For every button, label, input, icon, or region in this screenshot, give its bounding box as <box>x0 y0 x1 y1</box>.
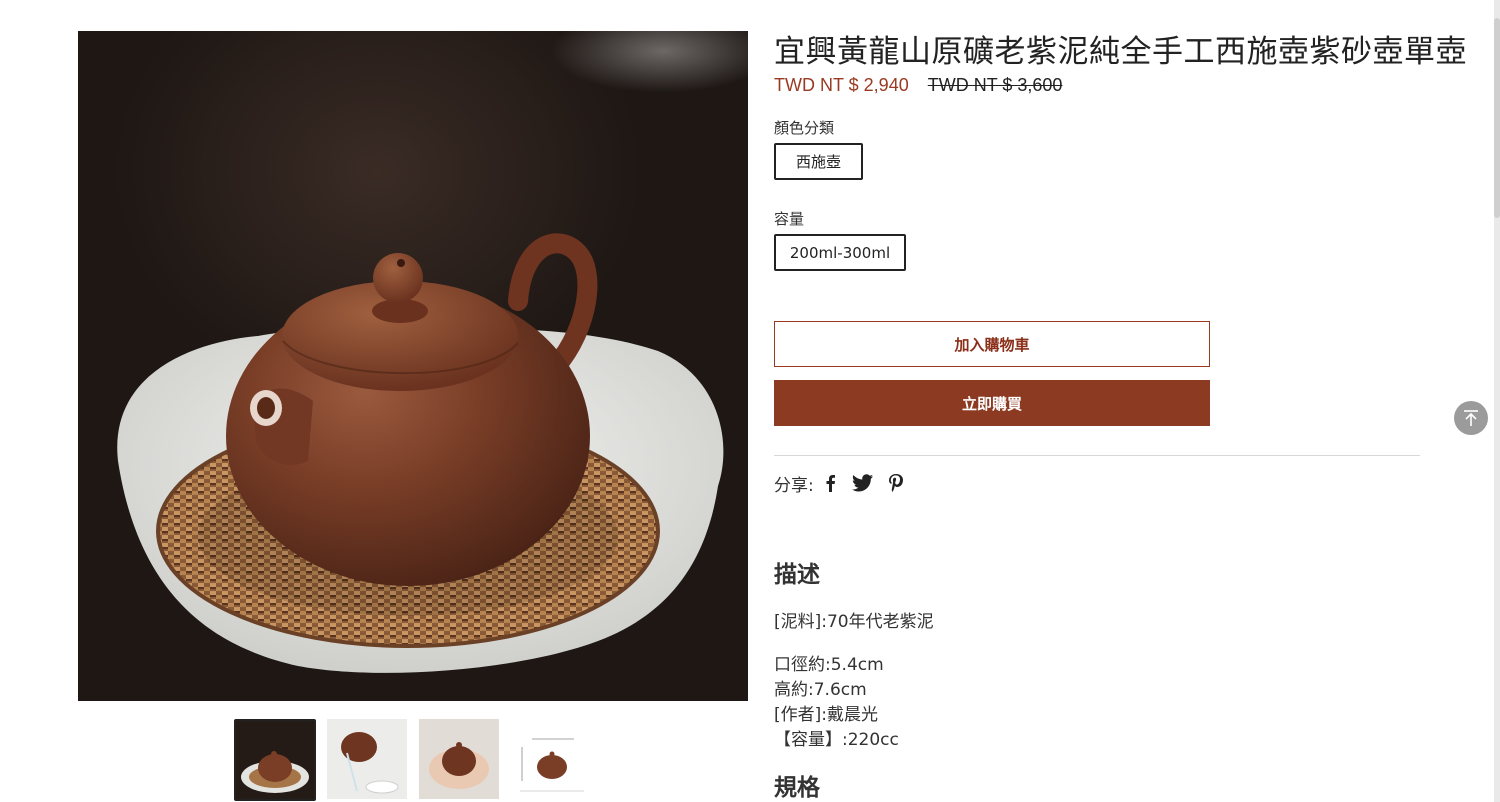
thumbnail-teapot-on-tray[interactable] <box>234 719 316 801</box>
divider <box>774 455 1420 456</box>
teapot-in-hands-icon <box>419 719 499 799</box>
back-to-top-button[interactable] <box>1454 401 1488 435</box>
current-price: TWD NT $ 2,940 <box>774 75 909 95</box>
original-price: TWD NT $ 3,600 <box>927 75 1063 95</box>
teapot-pouring-icon <box>327 719 407 799</box>
description-material: [泥料]:70年代老紫泥 <box>774 612 934 632</box>
share-label: 分享: <box>774 475 814 496</box>
description-line: 高約:7.6cm <box>774 680 867 700</box>
color-option-button[interactable]: 西施壺 <box>774 143 863 180</box>
price-row: TWD NT $ 2,940 TWD NT $ 3,600 <box>774 75 1062 96</box>
share-row: 分享: <box>774 470 919 496</box>
color-option-label: 顏色分類 <box>774 119 835 137</box>
thumbnail-teapot-dimension-diagram[interactable] <box>512 719 592 799</box>
teapot-on-tray-icon <box>236 721 314 799</box>
pinterest-icon[interactable] <box>888 474 903 492</box>
specs-heading: 規格 <box>774 775 820 801</box>
scrollbar-thumb[interactable] <box>1494 18 1500 218</box>
thumbnail-teapot-in-hands[interactable] <box>419 719 499 799</box>
capacity-option-button[interactable]: 200ml-300ml <box>774 234 906 271</box>
capacity-option-label: 容量 <box>774 210 805 228</box>
buy-now-button[interactable]: 立即購買 <box>774 380 1210 426</box>
teapot-photo-illustration <box>117 233 724 673</box>
teapot-dimension-diagram-icon <box>512 719 592 799</box>
description-line: [作者]:戴晨光 <box>774 705 878 725</box>
page-scrollbar[interactable] <box>1494 0 1500 802</box>
product-main-image <box>78 31 748 701</box>
thumbnail-teapot-pouring[interactable] <box>327 719 407 799</box>
facebook-icon[interactable] <box>824 474 836 492</box>
description-heading: 描述 <box>774 562 820 588</box>
add-to-cart-button[interactable]: 加入購物車 <box>774 321 1210 367</box>
twitter-icon[interactable] <box>851 474 873 492</box>
arrow-up-icon <box>1464 410 1478 426</box>
product-title: 宜興黃龍山原礦老紫泥純全手工西施壺紫砂壺單壺 <box>774 34 1467 70</box>
description-line: 口徑約:5.4cm <box>774 655 884 675</box>
description-line: 【容量】:220cc <box>774 730 899 750</box>
